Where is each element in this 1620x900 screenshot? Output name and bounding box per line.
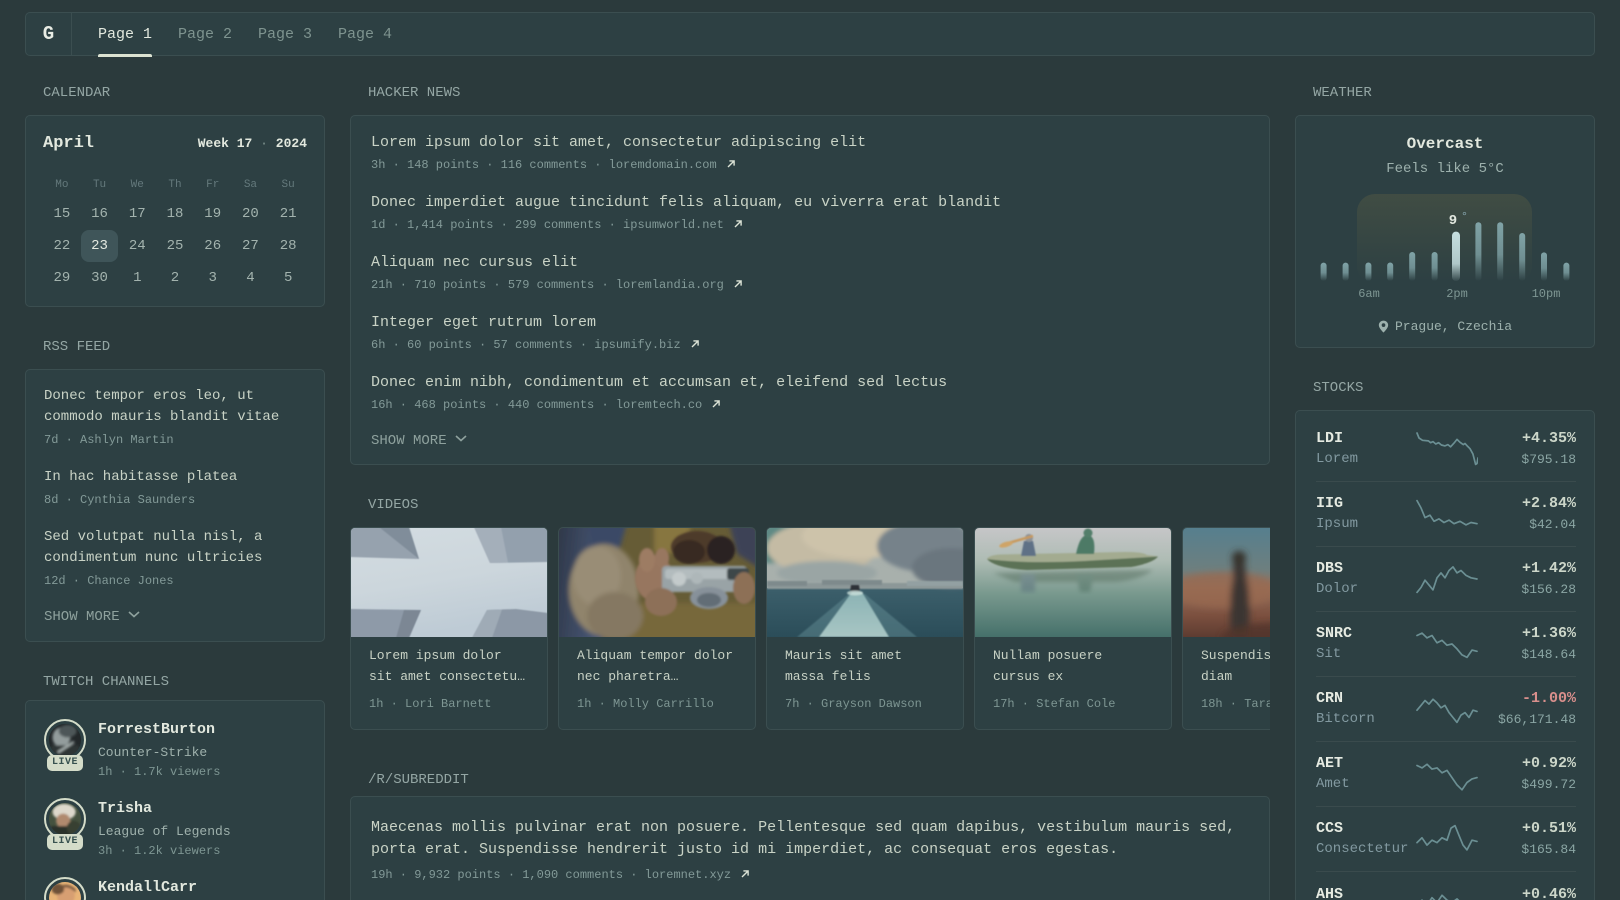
svg-text:9: 9 xyxy=(1449,213,1457,229)
svg-text:°: ° xyxy=(1461,210,1468,224)
